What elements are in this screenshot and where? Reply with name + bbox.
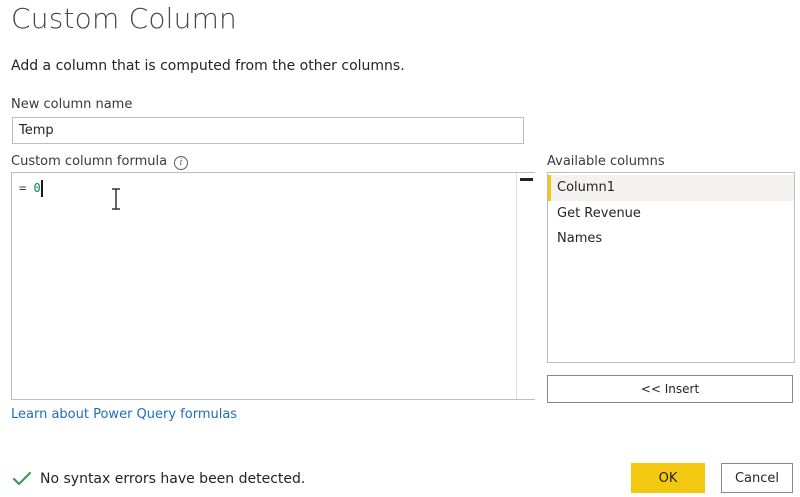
formula-editor[interactable]: = 0 — [11, 172, 535, 400]
available-columns-label: Available columns — [547, 154, 665, 169]
learn-power-query-link[interactable]: Learn about Power Query formulas — [11, 407, 237, 422]
available-column-column1[interactable]: Column1 — [548, 175, 794, 201]
available-column-names[interactable]: Names — [548, 226, 794, 252]
new-column-name-input[interactable] — [12, 117, 524, 144]
new-column-name-label: New column name — [11, 97, 133, 112]
ibeam-cursor-icon — [112, 188, 120, 210]
ok-button[interactable]: OK — [631, 463, 705, 493]
info-icon[interactable]: i — [174, 156, 188, 170]
insert-button[interactable]: << Insert — [547, 375, 793, 403]
scroll-thumb[interactable] — [520, 178, 533, 181]
dialog-title: Custom Column — [11, 2, 237, 35]
formula-text[interactable]: = 0 — [19, 181, 41, 195]
checkmark-icon — [12, 471, 32, 486]
syntax-status-text: No syntax errors have been detected. — [40, 471, 306, 487]
formula-prefix: = — [19, 181, 34, 195]
dialog-subtitle: Add a column that is computed from the o… — [11, 58, 405, 74]
cancel-button[interactable]: Cancel — [721, 463, 793, 493]
formula-value: 0 — [33, 181, 41, 195]
custom-column-formula-label: Custom column formula — [11, 154, 168, 169]
text-caret — [41, 180, 43, 197]
available-column-get-revenue[interactable]: Get Revenue — [548, 201, 794, 227]
available-columns-list[interactable]: Column1 Get Revenue Names — [547, 172, 795, 363]
formula-scrollbar[interactable] — [516, 173, 535, 399]
